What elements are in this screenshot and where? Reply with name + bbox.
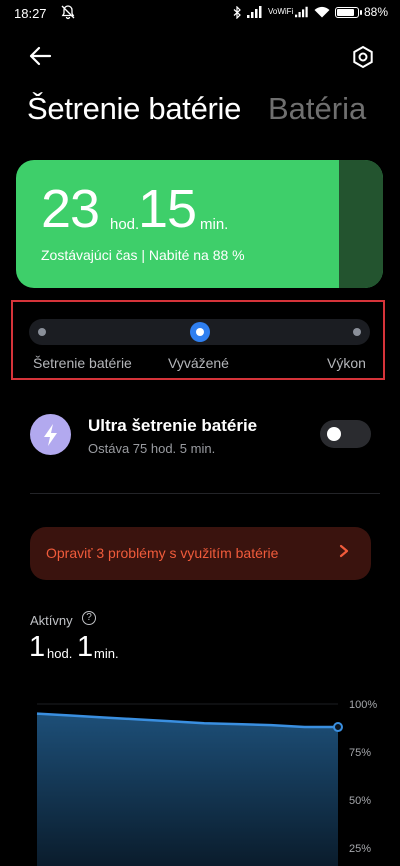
fix-problems-text[interactable]: Opraviť 3 problémy s využitím batérie <box>46 545 278 561</box>
mode-label-performance[interactable]: Výkon <box>327 355 366 371</box>
active-minutes: 1 <box>77 631 94 663</box>
slider-stop-saver[interactable] <box>38 328 46 336</box>
notifications-muted-icon <box>61 5 75 20</box>
remaining-hours-unit: hod. <box>110 216 140 233</box>
battery-level-chart: 100% 75% 50% 25% <box>36 699 377 866</box>
mode-label-saver[interactable]: Šetrenie batérie <box>33 355 132 371</box>
bluetooth-icon <box>233 5 241 19</box>
battery-card-empty-portion <box>339 160 383 288</box>
y-tick-label: 100% <box>349 699 377 711</box>
slider-knob[interactable] <box>190 322 210 342</box>
y-tick-label: 25% <box>349 843 371 855</box>
y-tick-label: 75% <box>349 747 371 759</box>
chevron-right-icon[interactable] <box>337 541 351 561</box>
signal-icon-2 <box>294 6 308 18</box>
battery-percent: 88% <box>363 5 388 19</box>
toggle-thumb <box>327 427 341 441</box>
ultra-saver-subtitle: Ostáva 75 hod. 5 min. <box>88 441 216 456</box>
status-icons: VoWiFi 88% <box>233 5 388 19</box>
ultra-saver-toggle[interactable] <box>320 420 371 448</box>
chart-area <box>37 713 338 866</box>
remaining-minutes: 15 <box>138 179 197 239</box>
remaining-hours: 23 <box>41 179 100 239</box>
ultra-saver-title: Ultra šetrenie batérie <box>88 416 258 435</box>
status-bar: 18:27 VoWiFi 88% <box>0 0 400 28</box>
active-label: Aktívny <box>30 613 73 628</box>
page-title: Šetrenie batérie <box>27 91 242 126</box>
ultra-saver-icon <box>30 414 71 455</box>
remaining-minutes-unit: min. <box>200 216 229 233</box>
mode-label-balanced[interactable]: Vyvážené <box>168 355 229 371</box>
wifi-icon <box>314 6 330 18</box>
vowifi-label: VoWiFi <box>267 7 294 16</box>
signal-icon <box>246 6 262 18</box>
active-hours-unit: hod. <box>47 646 73 661</box>
status-time: 18:27 <box>14 6 47 21</box>
active-minutes-unit: min. <box>94 646 119 661</box>
battery-icon <box>334 6 362 18</box>
lightning-icon <box>44 424 57 446</box>
chart-current-point <box>333 722 343 733</box>
back-arrow-icon[interactable] <box>24 40 56 72</box>
settings-gear-icon[interactable] <box>348 42 378 72</box>
tab-battery[interactable]: Batéria <box>268 91 366 127</box>
slider-stop-performance[interactable] <box>353 328 361 336</box>
y-tick-label: 50% <box>349 795 371 807</box>
help-question-icon[interactable]: ? <box>82 611 96 625</box>
divider <box>30 493 380 494</box>
remaining-time-text: Zostávajúci čas | Nabité na 88 % <box>41 247 245 263</box>
active-hours: 1 <box>29 631 46 663</box>
